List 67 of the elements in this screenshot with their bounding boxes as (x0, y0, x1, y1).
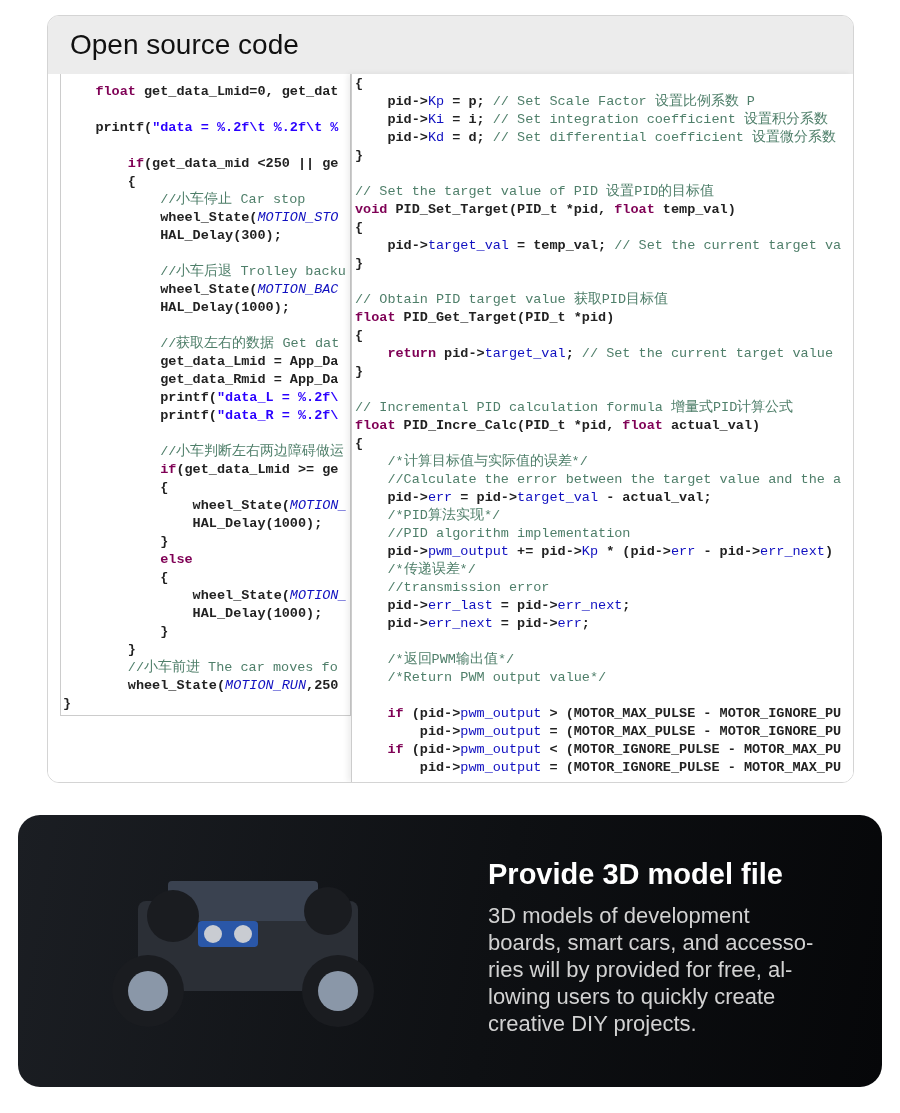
code-line: printf("data_L = %.2f\ (159, 389, 339, 407)
code-line: float PID_Get_Target(PID_t *pid) (355, 309, 615, 327)
code-line: //获取左右的数据 Get dat (159, 335, 340, 353)
code-line: float PID_Incre_Calc(PID_t *pid, float actual_val) (355, 417, 761, 435)
section-title: Open source code (48, 16, 853, 74)
code-line: pid->err = pid->target_val - actual_val; (386, 489, 712, 507)
banner-description: 3D models of development boards, smart cars, and accesso- ries will by provided for free, al- lowing users to quickly create creative DIY projects. (488, 901, 814, 1037)
code-line: //小车判断左右两边障碍做运 (159, 443, 345, 461)
code-line: HAL_Delay(1000); (191, 515, 323, 533)
code-line: float get_data_Lmid=0, get_dat (94, 83, 339, 101)
code-line: } (159, 533, 169, 551)
code-line: //小车前进 The car moves fo (126, 659, 338, 677)
code-line: return pid->target_val; // Set the current target value (386, 345, 833, 363)
code-line: get_data_Lmid = App_Da (159, 353, 339, 371)
code-line: } (355, 255, 364, 273)
code-line: } (355, 147, 364, 165)
code-line: wheel_State(MOTION_RUN,250 (126, 677, 339, 695)
code-line: /*PID算法实现*/ (386, 507, 501, 525)
code-line: /*计算目标值与实际值的误差*/ (386, 453, 588, 471)
code-line: pid->err_next = pid->err; (386, 615, 590, 633)
code-line: pid->Ki = i; // Set integration coefficient 设置积分系数 (386, 111, 828, 129)
code-line: if(get_data_Lmid >= ge (159, 461, 339, 479)
code-line: //PID algorithm implementation (386, 525, 631, 543)
code-line: void PID_Set_Target(PID_t *pid, float temp_val) (355, 201, 736, 219)
code-line: // Incremental PID calculation formula 增量式PID计算公式 (355, 399, 794, 417)
code-line: else (159, 551, 193, 569)
code-line: //transmission error (386, 579, 550, 597)
code-line: HAL_Delay(1000); (159, 299, 290, 317)
code-line: pid->err_last = pid->err_next; (386, 597, 631, 615)
code-line: pid->Kd = d; // Set differential coefficient 设置微分系数 (386, 129, 836, 147)
code-line: pid->target_val = temp_val; // Set the current target va (386, 237, 842, 255)
code-line: wheel_State(MOTION_ (191, 587, 347, 605)
code-line: printf("data_R = %.2f\ (159, 407, 339, 425)
code-line: pid->pwm_output += pid->Kp * (pid->err - pid->err_next) (386, 543, 834, 561)
code-line: printf("data = %.2f\t %.2f\t % (94, 119, 339, 137)
code-line: { (355, 75, 364, 93)
code-line: /*Return PWM output value*/ (386, 669, 607, 687)
code-line: //Calculate the error between the target value and the a (386, 471, 842, 489)
code-line: } (159, 623, 169, 641)
code-line: wheel_State(MOTION_BAC (159, 281, 339, 299)
code-line: pid->Kp = p; // Set Scale Factor 设置比例系数 P (386, 93, 755, 111)
code-line: if (pid->pwm_output > (MOTOR_MAX_PULSE - MOTOR_IGNORE_PU (386, 705, 842, 723)
code-line: { (159, 479, 169, 497)
code-line: { (159, 569, 169, 587)
code-line: HAL_Delay(1000); (191, 605, 323, 623)
code-line: wheel_State(MOTION_STO (159, 209, 339, 227)
code-line: } (126, 641, 136, 659)
banner-title: Provide 3D model file (488, 857, 784, 892)
code-line: wheel_State(MOTION_ (191, 497, 347, 515)
code-line: { (355, 435, 364, 453)
code-line: if (pid->pwm_output < (MOTOR_IGNORE_PULSE - MOTOR_MAX_PU (386, 741, 842, 759)
code-line: HAL_Delay(300); (159, 227, 282, 245)
code-line: //小车停止 Car stop (159, 191, 306, 209)
code-line: { (355, 219, 364, 237)
code-line: get_data_Rmid = App_Da (159, 371, 339, 389)
code-line: pid->pwm_output = (MOTOR_MAX_PULSE - MOTOR_IGNORE_PU (418, 723, 842, 741)
code-line: { (126, 173, 136, 191)
code-line: { (355, 327, 364, 345)
code-line: } (63, 695, 72, 713)
code-line: //小车后退 Trolley backu (159, 263, 346, 281)
code-line: /*返回PWM输出值*/ (386, 651, 515, 669)
code-line: /*传递误差*/ (386, 561, 476, 579)
code-line: if(get_data_mid <250 || ge (126, 155, 339, 173)
code-line: pid->pwm_output = (MOTOR_IGNORE_PULSE - MOTOR_MAX_PU (418, 759, 842, 777)
code-line: // Obtain PID target value 获取PID目标值 (355, 291, 669, 309)
code-line: } (355, 363, 364, 381)
code-line: // Set the target value of PID 设置PID的目标值 (355, 183, 715, 201)
